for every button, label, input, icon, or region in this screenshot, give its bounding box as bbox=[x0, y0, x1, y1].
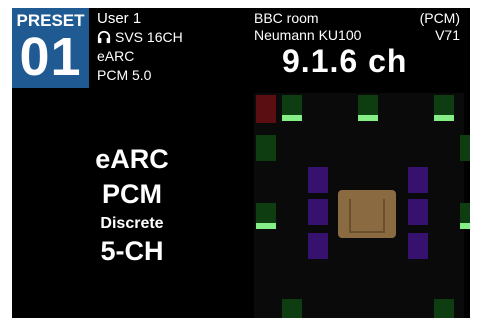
speaker-surround-left bbox=[256, 203, 276, 229]
speaker-height-front-left bbox=[308, 167, 328, 193]
speaker-rear-right bbox=[434, 299, 454, 318]
input-mode: Discrete bbox=[100, 215, 164, 232]
room-name: BBC room bbox=[254, 10, 319, 26]
speaker-center bbox=[358, 95, 378, 121]
speaker-format: 9.1.6 ch bbox=[282, 43, 408, 79]
headphones-icon bbox=[97, 30, 111, 44]
version-label: V71 bbox=[435, 27, 460, 43]
speaker-active-bar bbox=[358, 115, 378, 121]
listener-seat-icon bbox=[338, 190, 396, 238]
codec-info: PCM 5.0 bbox=[97, 67, 152, 83]
speaker-lfe bbox=[256, 95, 276, 123]
input-codec: PCM bbox=[102, 179, 162, 209]
seat-back bbox=[349, 199, 385, 233]
headphone-row: SVS 16CH bbox=[97, 29, 183, 45]
speaker-rear-left bbox=[282, 299, 302, 318]
speaker-front-left bbox=[282, 95, 302, 121]
speaker-active-bar bbox=[282, 115, 302, 121]
source-name: eARC bbox=[97, 48, 135, 64]
speaker-active-bar bbox=[256, 223, 276, 229]
preset-badge: PRESET 01 bbox=[12, 8, 89, 88]
speaker-wide-left bbox=[256, 135, 276, 161]
speaker-layout-map bbox=[254, 93, 470, 318]
mic-name: Neumann KU100 bbox=[254, 27, 362, 43]
speaker-height-front-right bbox=[408, 167, 428, 193]
user-name: User 1 bbox=[97, 10, 142, 27]
speaker-wide-right bbox=[460, 135, 470, 161]
speaker-active-bar bbox=[460, 223, 470, 229]
speaker-active-bar bbox=[434, 115, 454, 121]
speaker-front-right bbox=[434, 95, 454, 121]
speaker-height-rear-left bbox=[308, 233, 328, 259]
speaker-height-rear-right bbox=[408, 233, 428, 259]
headphone-name: SVS 16CH bbox=[115, 29, 183, 45]
input-channels: 5-CH bbox=[100, 236, 164, 266]
pcm-tag: (PCM) bbox=[419, 10, 460, 26]
speaker-height-mid-right bbox=[408, 199, 428, 225]
display-screen: PRESET 01 User 1 SVS 16CH eARC PCM 5.0 B… bbox=[12, 8, 470, 318]
speaker-surround-right bbox=[460, 203, 470, 229]
input-source: eARC bbox=[95, 144, 169, 174]
speaker-height-mid-left bbox=[308, 199, 328, 225]
preset-number: 01 bbox=[19, 27, 82, 87]
